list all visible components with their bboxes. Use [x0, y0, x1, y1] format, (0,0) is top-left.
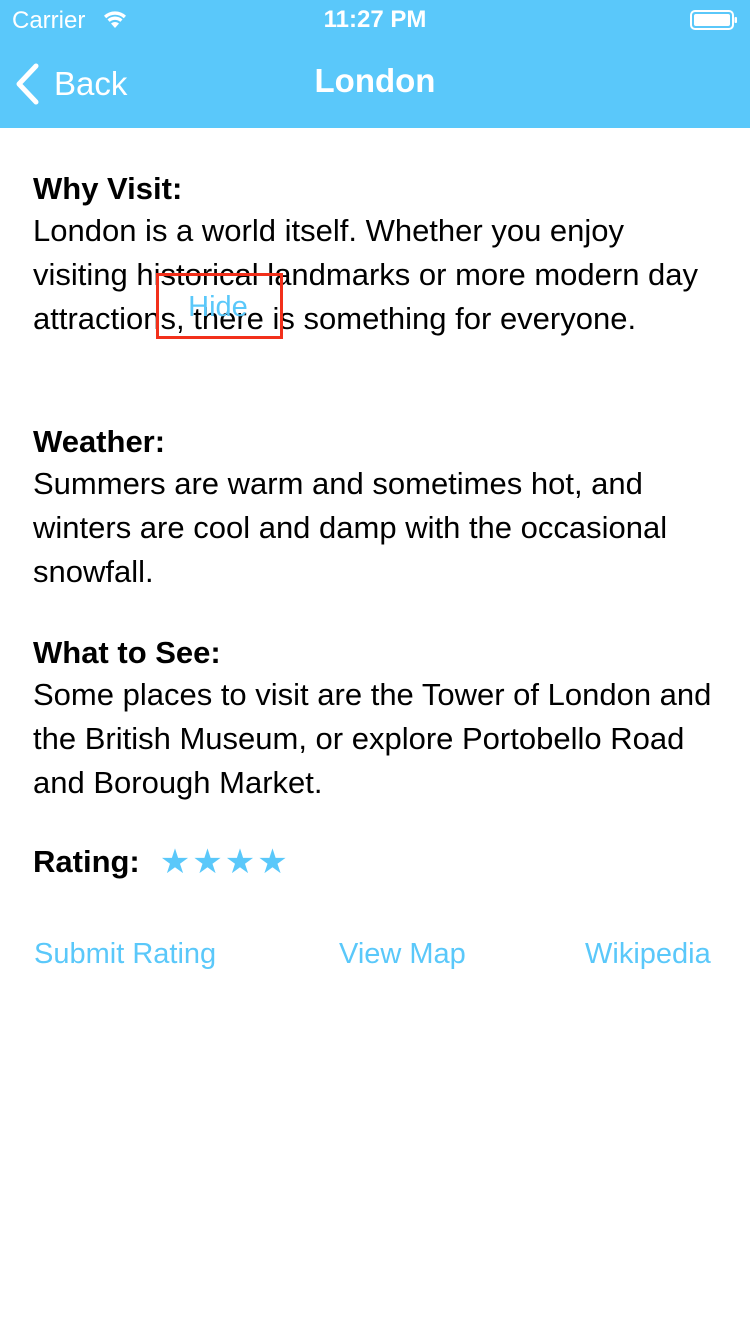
wikipedia-button[interactable]: Wikipedia [585, 934, 711, 974]
why-visit-section: Why Visit: London is a world itself. Whe… [33, 169, 723, 341]
rating-label: Rating: [33, 844, 140, 879]
section-heading: Why Visit: [33, 171, 183, 206]
section-text: London is a world itself. Whether you en… [33, 213, 699, 336]
weather-section: Weather: Summers are warm and sometimes … [33, 422, 723, 594]
battery-full-icon [690, 10, 737, 30]
rating-row: Rating: ★★★★ [33, 840, 290, 884]
star-rating[interactable]: ★★★★ [160, 840, 290, 884]
what-to-see-section: What to See: Some places to visit are th… [33, 633, 723, 805]
view-map-button[interactable]: View Map [339, 934, 466, 974]
section-heading: What to See: [33, 635, 221, 670]
section-text: Some places to visit are the Tower of Lo… [33, 677, 712, 800]
section-text: Summers are warm and sometimes hot, and … [33, 466, 668, 589]
status-time: 11:27 PM [323, 6, 427, 33]
submit-rating-button[interactable]: Submit Rating [34, 934, 216, 974]
screen: Carrier 11:27 PM Back London Why Visit: … [0, 0, 750, 1334]
hide-button[interactable]: Hide [158, 289, 278, 325]
navigation-bar: Carrier 11:27 PM Back London [0, 0, 750, 128]
page-title: London [314, 62, 436, 99]
section-heading: Weather: [33, 424, 166, 459]
